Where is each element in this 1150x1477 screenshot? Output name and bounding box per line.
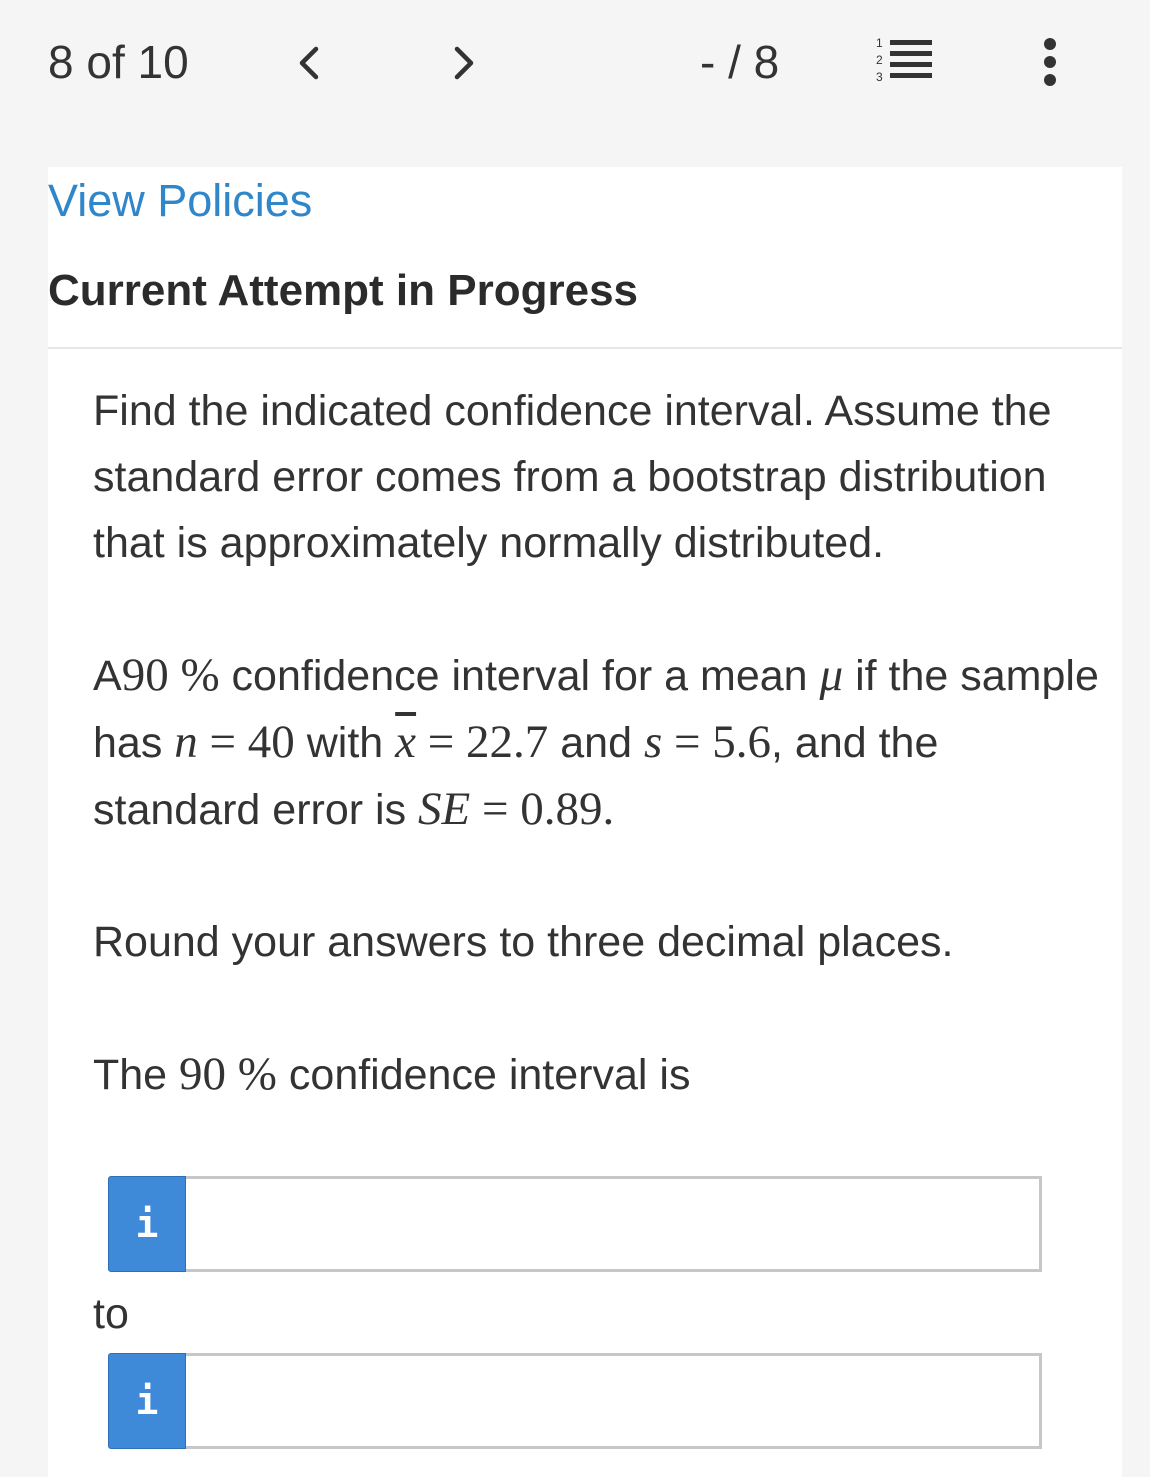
se-variable: SE <box>418 783 471 835</box>
more-vertical-icon <box>1044 38 1056 86</box>
body-text: confidence interval for a mean <box>219 652 820 700</box>
divider <box>48 347 1122 349</box>
numbered-list-icon: 1 2 3 <box>876 36 932 84</box>
chevron-left-icon <box>299 46 319 80</box>
question-body: A90 % confidence interval for a mean μ i… <box>93 642 1103 843</box>
answer-label-text: confidence interval is <box>276 1051 691 1099</box>
confidence-level: 90 % <box>121 649 220 701</box>
previous-question-button[interactable] <box>282 36 336 90</box>
se-value: = 0.89. <box>470 783 615 835</box>
upper-bound-row: i <box>108 1353 1042 1449</box>
next-question-button[interactable] <box>437 36 491 90</box>
lower-bound-info-button[interactable]: i <box>108 1176 186 1272</box>
svg-text:1: 1 <box>876 36 883 50</box>
view-policies-link[interactable]: View Policies <box>48 172 312 230</box>
question-counter: 8 of 10 <box>48 36 189 88</box>
question-instruction: Find the indicated confidence interval. … <box>93 387 1052 567</box>
answer-confidence-level: 90 % <box>179 1048 277 1100</box>
body-text: and <box>548 719 644 767</box>
rounding-instruction: Round your answers to three decimal plac… <box>93 918 954 966</box>
attempt-heading: Current Attempt in Progress <box>48 266 639 315</box>
answer-label: The 90 % confidence interval is <box>93 1041 1103 1108</box>
top-navigation-bar: 8 of 10 - / 8 1 2 3 <box>0 0 1150 125</box>
body-text: A <box>93 652 122 700</box>
answer-label-text: The <box>93 1051 180 1099</box>
question-list-button[interactable]: 1 2 3 <box>870 34 936 90</box>
n-variable: n <box>174 716 198 768</box>
xbar-value: = 22.7 <box>416 716 549 768</box>
svg-text:3: 3 <box>876 70 883 84</box>
to-label: to <box>93 1290 129 1338</box>
upper-bound-input[interactable] <box>186 1353 1042 1449</box>
body-text: with <box>294 719 396 767</box>
n-value: = 40 <box>197 716 295 768</box>
upper-bound-info-button[interactable]: i <box>108 1353 186 1449</box>
svg-text:2: 2 <box>876 53 883 67</box>
xbar-variable: x <box>395 716 417 768</box>
more-options-button[interactable] <box>1030 32 1070 92</box>
question-text: Find the indicated confidence interval. … <box>93 378 1103 1108</box>
page-indicator[interactable]: - / 8 <box>700 34 779 90</box>
s-variable: s <box>643 716 663 768</box>
s-value: = 5.6 <box>662 716 772 768</box>
lower-bound-input[interactable] <box>186 1176 1042 1272</box>
mu-symbol: μ <box>819 649 844 701</box>
lower-bound-row: i <box>108 1176 1042 1272</box>
chevron-right-icon <box>454 46 474 80</box>
